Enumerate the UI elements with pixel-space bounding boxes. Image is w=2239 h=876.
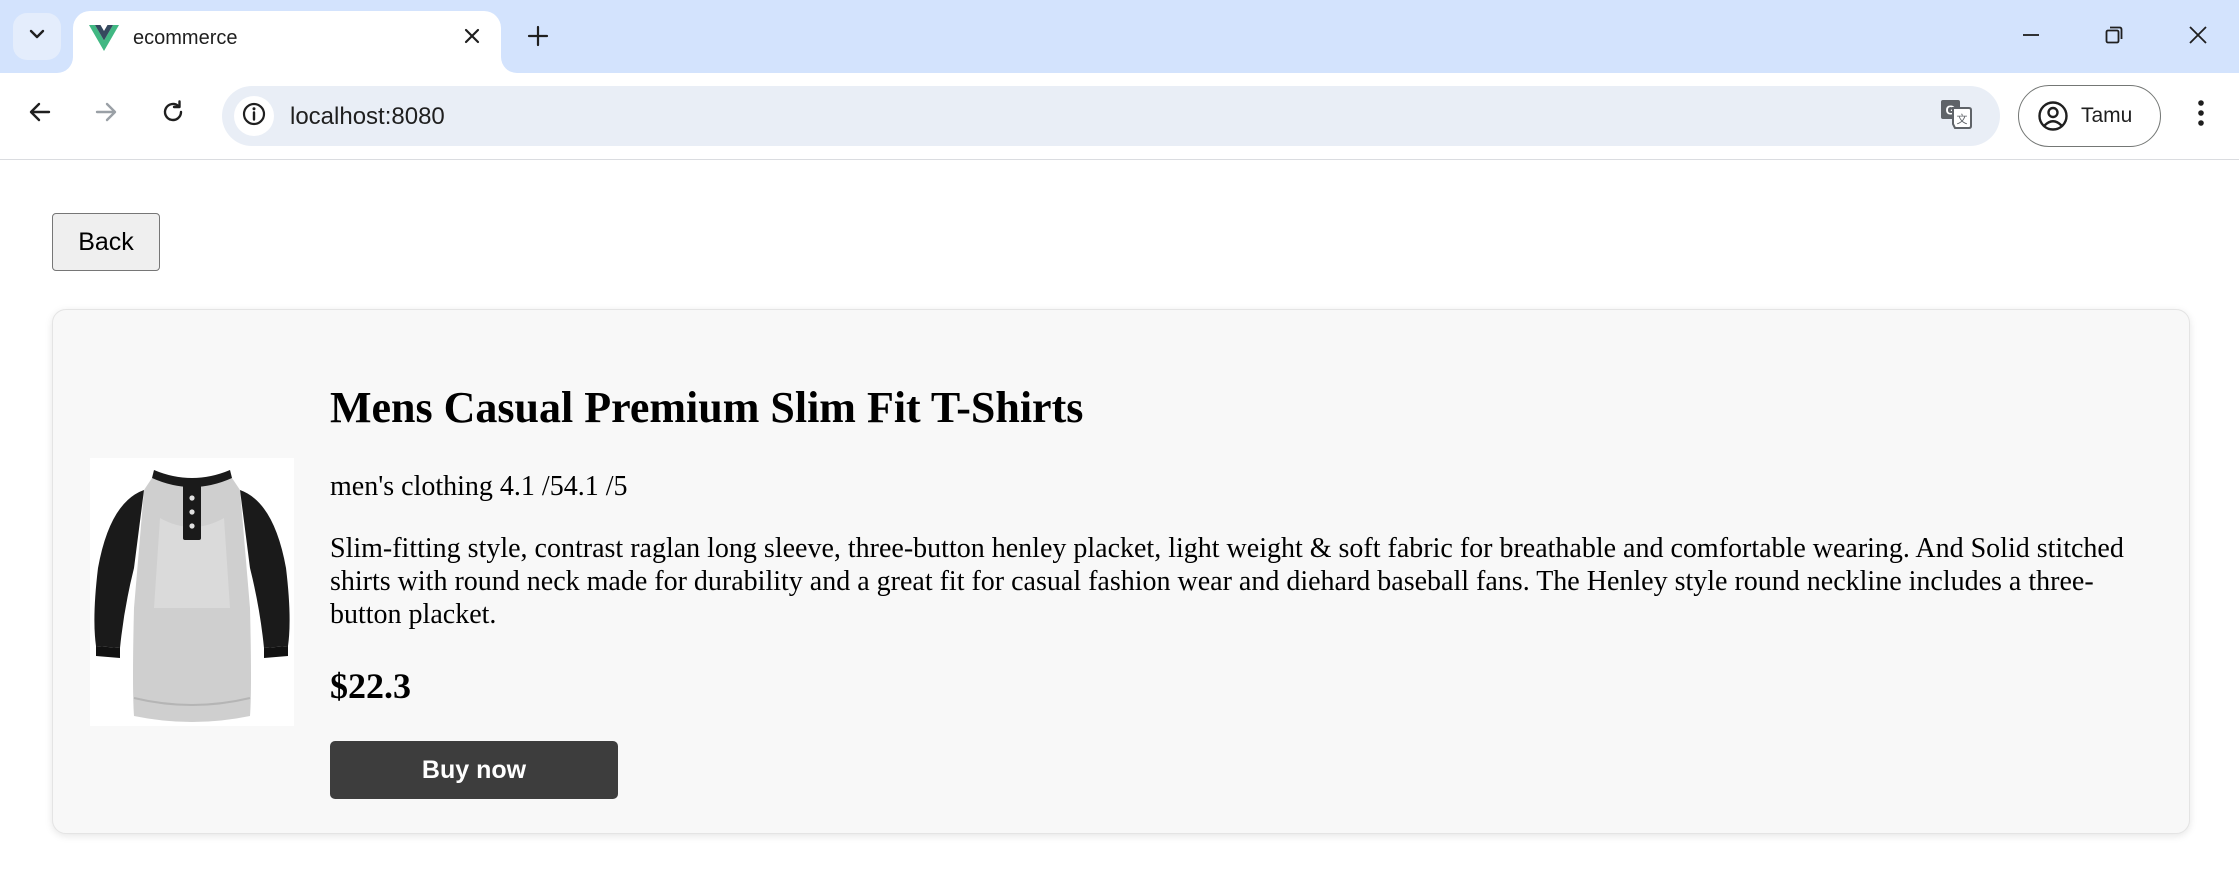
product-description: Slim-fitting style, contrast raglan long… [330,533,2124,630]
info-icon [241,101,267,132]
restore-icon [2104,25,2124,50]
product-price: $22.3 [330,666,411,706]
back-nav-button[interactable] [18,92,62,136]
close-icon [463,27,481,50]
henley-shirt-image [94,470,290,722]
tab-strip: ecommerce [0,0,2239,73]
plus-icon [527,25,549,52]
arrow-left-icon [27,99,53,130]
close-icon [2188,25,2208,50]
address-bar[interactable]: localhost:8080 G 文 [222,86,2000,146]
vue-logo-icon [89,25,119,51]
close-window-button[interactable] [2168,14,2228,60]
chevron-down-icon [27,24,47,49]
product-card: Mens Casual Premium Slim Fit T-Shirts me… [52,309,2190,834]
buy-now-button[interactable]: Buy now [330,741,618,799]
browser-tab[interactable]: ecommerce [73,11,501,73]
profile-button[interactable]: Tamu [2018,85,2161,147]
tab-title: ecommerce [133,27,238,49]
arrow-right-icon [93,99,119,130]
new-tab-button[interactable] [518,18,558,58]
product-image [90,458,294,726]
browser-toolbar: localhost:8080 G 文 Tamu [0,73,2239,160]
profile-name: Tamu [2081,104,2133,127]
site-info-button[interactable] [234,96,274,136]
restore-button[interactable] [2084,14,2144,60]
more-vertical-icon [2197,99,2205,132]
url-text[interactable]: localhost:8080 [290,103,445,131]
minimize-button[interactable] [2001,14,2061,60]
translate-icon: G 文 [1940,99,1972,134]
reload-icon [160,99,186,130]
back-button[interactable]: Back [52,213,160,271]
account-circle-icon [2037,100,2069,132]
svg-text:文: 文 [1957,112,1968,126]
tab-search-button[interactable] [13,13,61,60]
minimize-icon [2021,25,2041,50]
product-title: Mens Casual Premium Slim Fit T-Shirts [330,383,1084,432]
browser-menu-button[interactable] [2186,92,2216,138]
reload-button[interactable] [151,92,195,136]
product-category-rating: men's clothing 4.1 /54.1 /5 [330,471,628,502]
translate-button[interactable]: G 文 [1938,98,1974,134]
close-tab-button[interactable] [457,23,487,53]
forward-nav-button[interactable] [84,92,128,136]
